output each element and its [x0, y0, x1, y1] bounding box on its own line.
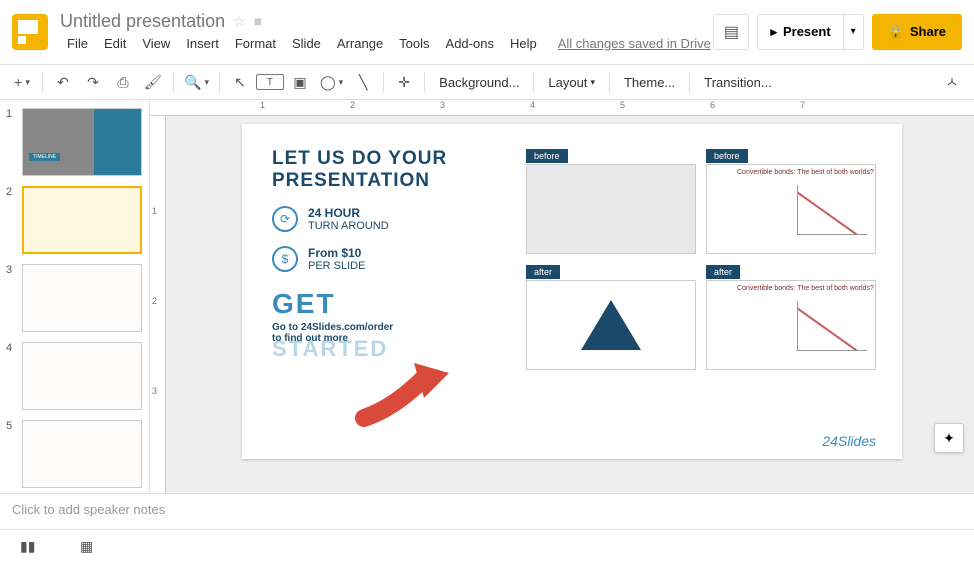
menu-slide[interactable]: Slide — [285, 34, 328, 53]
menu-help[interactable]: Help — [503, 34, 544, 53]
before-label-2: before — [706, 149, 748, 163]
thumb-1-label: TIMELINE — [29, 153, 60, 161]
comments-button[interactable]: ▤ — [713, 14, 749, 50]
thumb-number: 4 — [6, 342, 18, 410]
save-status[interactable]: All changes saved in Drive — [558, 36, 711, 51]
thumb-number: 3 — [6, 264, 18, 332]
thumb-number: 1 — [6, 108, 18, 176]
menu-edit[interactable]: Edit — [97, 34, 133, 53]
theme-button[interactable]: Theme... — [616, 68, 683, 96]
dollar-icon: $ — [272, 246, 298, 272]
slide-thumbnail-3[interactable] — [22, 264, 142, 332]
slide-thumbnail-1[interactable]: TIMELINE — [22, 108, 142, 176]
filmstrip[interactable]: 1 TIMELINE 2 3 4 5 — [0, 100, 150, 493]
before-image-1 — [526, 164, 696, 254]
menu-bar: File Edit View Insert Format Slide Arran… — [60, 34, 713, 53]
lock-icon: 🔒 — [888, 24, 904, 40]
select-tool[interactable]: ↖ — [226, 68, 254, 96]
menu-addons[interactable]: Add-ons — [439, 34, 501, 53]
background-button[interactable]: Background... — [431, 68, 527, 96]
menu-file[interactable]: File — [60, 34, 95, 53]
after-image-2: Convertible bonds: The best of both worl… — [706, 280, 876, 370]
grid-view-button[interactable]: ▦ — [80, 538, 100, 554]
slide-thumbnail-4[interactable] — [22, 342, 142, 410]
clock-icon: ⟳ — [272, 206, 298, 232]
thumb-number: 5 — [6, 420, 18, 488]
slide-canvas[interactable]: LET US DO YOURPRESENTATION ⟳ 24 HOURTURN… — [242, 124, 902, 459]
filmstrip-view-button[interactable]: ▮▮ — [20, 538, 40, 554]
slide-thumbnail-5[interactable] — [22, 420, 142, 488]
slide-thumbnail-2[interactable] — [22, 186, 142, 254]
title-area: Untitled presentation ☆ ■ File Edit View… — [60, 11, 713, 53]
paint-format-button[interactable]: 🖌 — [139, 68, 167, 96]
horizontal-ruler: 1 2 3 4 5 6 7 — [150, 100, 974, 116]
menu-arrange[interactable]: Arrange — [330, 34, 390, 53]
header-bar: Untitled presentation ☆ ■ File Edit View… — [0, 0, 974, 64]
undo-button[interactable]: ↶ — [49, 68, 77, 96]
thumb-number: 2 — [6, 186, 18, 254]
present-button[interactable]: ▸ Present — [757, 14, 843, 50]
after-label-1: after — [526, 265, 560, 279]
explore-button[interactable]: ✦ — [934, 423, 964, 453]
move-folder-icon[interactable]: ■ — [254, 13, 262, 29]
menu-format[interactable]: Format — [228, 34, 283, 53]
main-area: 1 TIMELINE 2 3 4 5 1 2 3 4 5 6 7 1 2 3 — [0, 100, 974, 493]
canvas-area: 1 2 3 4 5 6 7 1 2 3 LET US DO YOURPRESEN… — [150, 100, 974, 493]
layout-button[interactable]: Layout▾ — [540, 68, 603, 96]
menu-view[interactable]: View — [135, 34, 177, 53]
present-dropdown[interactable]: ▾ — [844, 14, 864, 50]
brand-logo: 24Slides — [822, 433, 876, 449]
before-label-1: before — [526, 149, 568, 163]
after-label-2: after — [706, 265, 740, 279]
shape-tool[interactable]: ◯▾ — [316, 68, 347, 96]
new-slide-button[interactable]: +▾ — [8, 68, 36, 96]
zoom-button[interactable]: 🔍▾ — [180, 68, 213, 96]
speaker-notes[interactable]: Click to add speaker notes — [0, 493, 974, 529]
collapse-menus-button[interactable]: ㅅ — [938, 68, 966, 96]
before-image-2: Convertible bonds: The best of both worl… — [706, 164, 876, 254]
toolbar: +▾ ↶ ↷ ⎙ 🖌 🔍▾ ↖ T ▣ ◯▾ ╲ ✛ Background...… — [0, 64, 974, 100]
menu-tools[interactable]: Tools — [392, 34, 436, 53]
share-label: Share — [910, 24, 946, 39]
footer-bar: ▮▮ ▦ — [0, 529, 974, 561]
textbox-tool[interactable]: T — [256, 74, 284, 90]
print-button[interactable]: ⎙ — [109, 68, 137, 96]
after-image-1 — [526, 280, 696, 370]
line-tool[interactable]: ╲ — [349, 68, 377, 96]
comment-tool[interactable]: ✛ — [390, 68, 418, 96]
menu-insert[interactable]: Insert — [179, 34, 226, 53]
star-icon[interactable]: ☆ — [233, 13, 246, 30]
share-button[interactable]: 🔒 Share — [872, 14, 962, 50]
image-tool[interactable]: ▣ — [286, 68, 314, 96]
document-title[interactable]: Untitled presentation — [60, 11, 225, 32]
present-label: Present — [783, 24, 831, 39]
play-icon: ▸ — [770, 24, 777, 40]
vertical-ruler: 1 2 3 — [150, 116, 166, 493]
transition-button[interactable]: Transition... — [696, 68, 779, 96]
slides-logo — [12, 14, 48, 50]
example-images: before after before Convertible bonds: T… — [526, 146, 876, 370]
redo-button[interactable]: ↷ — [79, 68, 107, 96]
